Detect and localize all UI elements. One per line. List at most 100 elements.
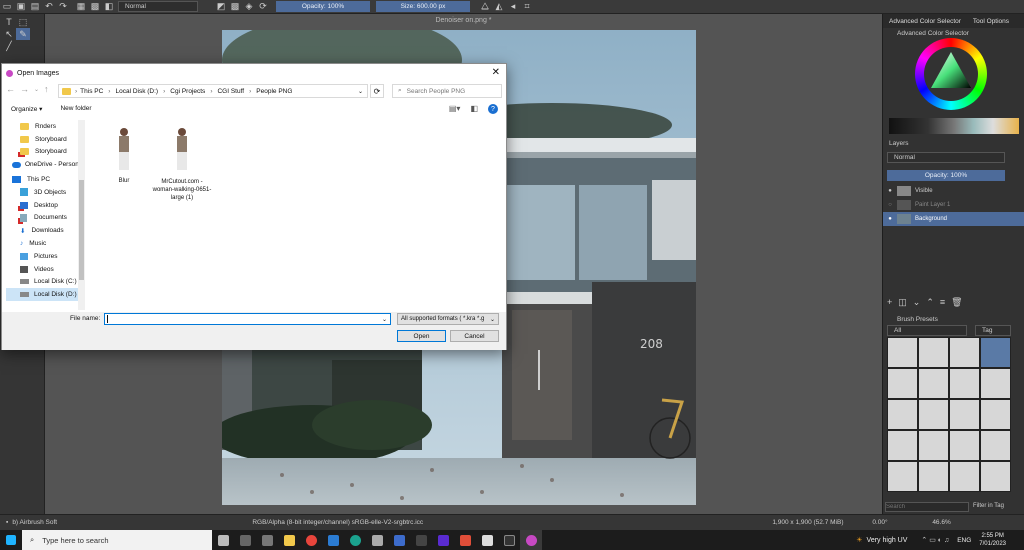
tab-advanced-color-selector[interactable]: Advanced Color Selector (883, 16, 967, 27)
tray-icons[interactable]: ⌃ ▭ ◐ ♫ (921, 536, 949, 544)
tree-item[interactable]: Rnders (6, 120, 82, 133)
breadcrumb-item[interactable]: Cgi Projects (170, 88, 205, 95)
tree-item[interactable]: 3D Objects (6, 186, 82, 199)
zoom-level[interactable]: 46.6% (932, 519, 972, 526)
visibility-icon[interactable]: ● (883, 216, 897, 222)
app-icon[interactable] (498, 530, 520, 550)
brush-preset-icon[interactable]: ◧ (102, 1, 116, 13)
visibility-icon[interactable]: ○ (883, 202, 897, 208)
blend-mode-select[interactable]: Normal (118, 1, 198, 12)
color-triangle[interactable] (929, 50, 973, 94)
tree-item[interactable]: Desktop (6, 199, 82, 212)
krita-icon[interactable] (520, 530, 542, 550)
brush-preset[interactable] (918, 461, 949, 492)
file-item[interactable]: Blur (108, 126, 140, 184)
tree-item[interactable]: Local Disk (C:) (6, 276, 82, 289)
edge-icon[interactable] (344, 530, 366, 550)
chevron-down-icon[interactable]: ⌄ (382, 316, 387, 323)
tree-item[interactable]: ♪ Music (6, 237, 82, 250)
file-item[interactable]: MrCutout.com - woman-walking-0651-large … (152, 126, 212, 202)
clock[interactable]: 2:55 PM 7/01/2023 (979, 532, 1006, 548)
address-dropdown-icon[interactable]: ⌄ (358, 88, 363, 95)
file-explorer-icon[interactable] (278, 530, 300, 550)
brush-preset[interactable] (949, 368, 980, 399)
taskbar-search[interactable]: ⌕ Type here to search (22, 530, 212, 550)
tree-item[interactable]: Pictures (6, 250, 82, 263)
layer-row-selected[interactable]: ● Background (883, 212, 1024, 226)
reload-preset-icon[interactable]: ⟳ (256, 1, 270, 13)
pick-tool-icon[interactable]: ↖ (2, 28, 16, 40)
brush-preset[interactable] (887, 337, 918, 368)
weather-text[interactable]: Very high UV (867, 537, 908, 544)
forward-icon[interactable]: → (20, 84, 29, 94)
brush-preset[interactable] (887, 430, 918, 461)
brush-preset[interactable] (980, 430, 1011, 461)
back-icon[interactable]: ← (6, 84, 15, 94)
brush-preset[interactable] (918, 337, 949, 368)
gradient-icon[interactable]: ▦ (74, 1, 88, 13)
file-list[interactable]: Blur MrCutout.com - woman-walking-0651-l… (88, 120, 502, 310)
dialog-titlebar[interactable]: Open Images ✕ (2, 64, 506, 82)
add-layer-icon[interactable]: + (887, 297, 892, 308)
redo-icon[interactable]: ↷ (56, 1, 70, 13)
select-tool-icon[interactable]: ⬚ (16, 16, 30, 28)
brush-preset[interactable] (887, 368, 918, 399)
brush-preset[interactable] (980, 337, 1011, 368)
open-document-icon[interactable]: ▣ (14, 1, 28, 13)
open-button[interactable]: Open (397, 330, 446, 342)
new-document-icon[interactable]: ▭ (0, 1, 14, 13)
preserve-alpha-icon[interactable]: ▩ (228, 1, 242, 13)
text-tool-icon[interactable]: T (2, 16, 16, 28)
layers-opacity-slider[interactable]: Opacity: 100% (887, 170, 1005, 181)
line-tool-icon[interactable]: ╱ (2, 40, 16, 52)
dialog-search-input[interactable]: ⌕ Search People PNG (392, 84, 502, 98)
brush-tool-icon[interactable]: ✎ (16, 28, 30, 40)
color-history[interactable] (889, 118, 1019, 134)
tree-item[interactable]: Storyboard (6, 133, 82, 146)
address-bar[interactable]: › This PC › Local Disk (D:) › Cgi Projec… (58, 84, 368, 98)
brush-preset[interactable] (918, 430, 949, 461)
crop-icon[interactable]: ⌗ (520, 1, 534, 13)
brush-preset[interactable] (918, 399, 949, 430)
undo-icon[interactable]: ↶ (42, 1, 56, 13)
up-icon[interactable]: ↑ (44, 84, 49, 94)
brush-preset[interactable] (887, 461, 918, 492)
eraser-toggle-icon[interactable]: ◩ (214, 1, 228, 13)
delete-layer-icon[interactable]: 🗑 (951, 297, 962, 308)
filter-in-tag-checkbox[interactable]: Filter in Tag (973, 503, 1004, 509)
app-icon[interactable] (454, 530, 476, 550)
duplicate-layer-icon[interactable]: ◫ (898, 297, 907, 308)
save-icon[interactable]: ▤ (28, 1, 42, 13)
start-button[interactable] (0, 530, 22, 550)
brush-preset[interactable] (980, 461, 1011, 492)
move-up-icon[interactable]: ⌃ (926, 297, 934, 308)
visibility-icon[interactable]: ● (883, 188, 897, 194)
color-wheel[interactable] (915, 38, 987, 110)
tree-item[interactable]: ⬇ Downloads (6, 224, 82, 237)
layer-row[interactable]: ○ Paint Layer 1 (883, 198, 1024, 212)
breadcrumb-item[interactable]: CGI Stuff (217, 88, 244, 95)
filetype-select[interactable]: All supported formats ( *.kra *.g ⌄ (397, 313, 499, 325)
layer-properties-icon[interactable]: ≡ (940, 297, 945, 308)
mail-icon[interactable] (322, 530, 344, 550)
brush-preset-grid[interactable] (887, 337, 1019, 492)
app-icon[interactable] (234, 530, 256, 550)
language-indicator[interactable]: ENG (957, 537, 971, 544)
opacity-slider[interactable]: Opacity: 100% (276, 1, 370, 12)
app-icon[interactable] (476, 530, 498, 550)
app-icon[interactable] (432, 530, 454, 550)
tree-item[interactable]: Videos (6, 263, 82, 276)
brush-preset[interactable] (949, 430, 980, 461)
view-options-icon[interactable]: ▤▾ (449, 104, 461, 114)
brush-preset[interactable] (887, 399, 918, 430)
chrome-icon[interactable] (300, 530, 322, 550)
app-icon[interactable] (256, 530, 278, 550)
close-icon[interactable]: ✕ (492, 67, 500, 78)
tree-item[interactable]: Storyboard (6, 146, 82, 159)
tree-item-selected[interactable]: Local Disk (D:) (6, 288, 82, 302)
app-icon[interactable] (410, 530, 432, 550)
mirror-horizontal-icon[interactable]: ⧋ (478, 1, 492, 13)
cancel-button[interactable]: Cancel (450, 330, 499, 342)
move-down-icon[interactable]: ⌄ (913, 297, 921, 308)
app-icon[interactable] (366, 530, 388, 550)
